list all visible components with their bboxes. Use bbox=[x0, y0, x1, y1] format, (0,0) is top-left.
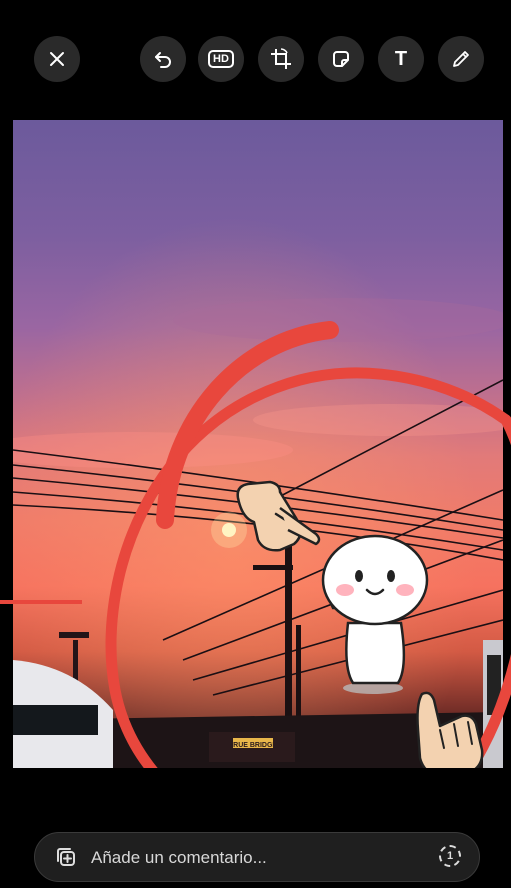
comment-input[interactable]: Añade un comentario... 1 bbox=[34, 832, 480, 882]
bus-sign: TRUE BRIDGE bbox=[229, 742, 278, 749]
undo-button[interactable] bbox=[140, 36, 186, 82]
comment-placeholder: Añade un comentario... bbox=[91, 848, 267, 867]
hd-icon: HD bbox=[208, 50, 234, 68]
hd-label: HD bbox=[213, 53, 229, 65]
sticker-button[interactable] bbox=[318, 36, 364, 82]
pencil-icon bbox=[453, 51, 469, 67]
edited-photo: TRUE BRIDGE bbox=[13, 120, 503, 768]
close-button[interactable] bbox=[34, 36, 80, 82]
text-tool-button[interactable]: T bbox=[378, 36, 424, 82]
crop-rotate-button[interactable] bbox=[258, 36, 304, 82]
view-once-button[interactable]: 1 bbox=[439, 845, 461, 867]
view-once-label: 1 bbox=[446, 850, 454, 862]
sticker-icon bbox=[333, 51, 349, 67]
text-tool-icon: T bbox=[394, 47, 408, 70]
draw-button[interactable] bbox=[438, 36, 484, 82]
cute-character-sticker[interactable] bbox=[303, 528, 453, 698]
editor-toolbar: HD T bbox=[0, 0, 511, 120]
crop-rotate-icon bbox=[271, 48, 291, 69]
undo-icon bbox=[155, 52, 171, 68]
add-media-icon[interactable] bbox=[55, 846, 77, 868]
hd-quality-button[interactable]: HD bbox=[198, 36, 244, 82]
close-icon bbox=[50, 52, 64, 66]
